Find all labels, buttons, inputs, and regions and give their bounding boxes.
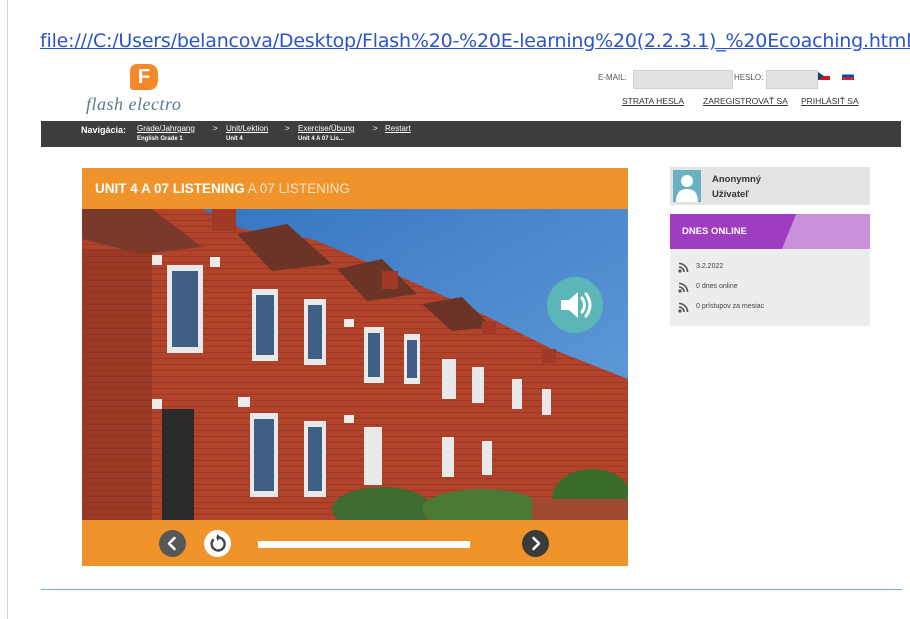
- monthly-access-count: 0 prístupov za mesiac: [696, 303, 765, 310]
- breadcrumb-grade-value: English Grade 1: [137, 136, 183, 142]
- replay-icon: [210, 534, 226, 552]
- password-label: HESLO:: [734, 73, 764, 82]
- previous-button[interactable]: [159, 530, 186, 557]
- login-link[interactable]: PRIHLÁSIŤ SA: [801, 96, 859, 106]
- lost-password-link[interactable]: STRATA HESLA: [622, 96, 684, 106]
- chevron-right-icon: [532, 536, 541, 551]
- divider: [41, 589, 902, 590]
- speaker-icon: [561, 292, 592, 318]
- breadcrumb-restart-link[interactable]: Restart: [385, 124, 411, 133]
- user-name: Anonymný Užívateľ: [712, 172, 761, 202]
- slovak-flag-icon[interactable]: [842, 72, 854, 80]
- rss-icon: [678, 262, 689, 273]
- online-date: 3.2.2022: [696, 263, 724, 270]
- breadcrumb-exercise-value: Unit 4 A 07 Lis...: [298, 136, 344, 142]
- online-count: 0 dnes online: [696, 283, 738, 290]
- window-frame-edge: [7, 0, 8, 619]
- logo-text: flash electro: [86, 94, 182, 114]
- breadcrumb-separator: >: [373, 124, 378, 133]
- rss-icon: [678, 282, 689, 293]
- online-today-header: DNES ONLINE: [670, 214, 870, 249]
- avatar: [673, 170, 701, 202]
- play-sound-button[interactable]: [547, 277, 603, 333]
- chevron-left-icon: [167, 536, 176, 551]
- user-name-line1: Anonymný: [712, 174, 762, 185]
- site-logo[interactable]: F flash electro: [86, 64, 216, 116]
- rss-icon: [678, 302, 689, 313]
- online-today-title: DNES ONLINE: [682, 226, 747, 237]
- user-panel: Anonymný Užívateľ: [670, 167, 870, 205]
- address-bar-url[interactable]: file:///C:/Users/belancova/Desktop/Flash…: [40, 30, 910, 52]
- breadcrumb-label: Navigácia:: [81, 125, 127, 135]
- terraced-houses-illustration: [82, 209, 628, 520]
- register-link[interactable]: ZAREGISTROVAŤ SA: [703, 96, 788, 106]
- next-button[interactable]: [522, 530, 549, 557]
- email-field[interactable]: [633, 70, 733, 89]
- breadcrumb-separator: >: [213, 124, 218, 133]
- breadcrumb-unit-link[interactable]: Unit/Lektion: [226, 124, 268, 133]
- breadcrumb-grade-link[interactable]: Grade/Jahrgang: [137, 124, 195, 133]
- flash-logo-icon: F: [130, 64, 158, 90]
- breadcrumb-exercise-link[interactable]: Exercise/Übung: [298, 124, 354, 133]
- email-label: E-MAIL:: [598, 73, 627, 82]
- user-icon: [676, 175, 698, 202]
- player-controls: [82, 520, 628, 566]
- user-name-line2: Užívateľ: [712, 189, 749, 200]
- breadcrumb: Navigácia: Grade/Jahrgang English Grade …: [41, 121, 901, 147]
- exercise-player: UNIT 4 A 07 LISTENING A 07 LISTENING: [82, 168, 628, 566]
- audio-progress-bar[interactable]: [258, 541, 470, 548]
- exercise-title-main: UNIT 4 A 07 LISTENING: [95, 181, 245, 196]
- breadcrumb-separator: >: [285, 124, 290, 133]
- online-today-panel: DNES ONLINE 3.2.2022 0 dnes online 0 prí…: [670, 214, 870, 326]
- password-field[interactable]: [766, 70, 818, 89]
- replay-button[interactable]: [204, 530, 231, 557]
- czech-flag-icon[interactable]: [818, 72, 830, 80]
- exercise-title-sub: A 07 LISTENING: [247, 181, 350, 196]
- exercise-title: UNIT 4 A 07 LISTENING A 07 LISTENING: [95, 181, 350, 196]
- breadcrumb-unit-value: Unit 4: [226, 136, 243, 142]
- exercise-image: [82, 209, 628, 520]
